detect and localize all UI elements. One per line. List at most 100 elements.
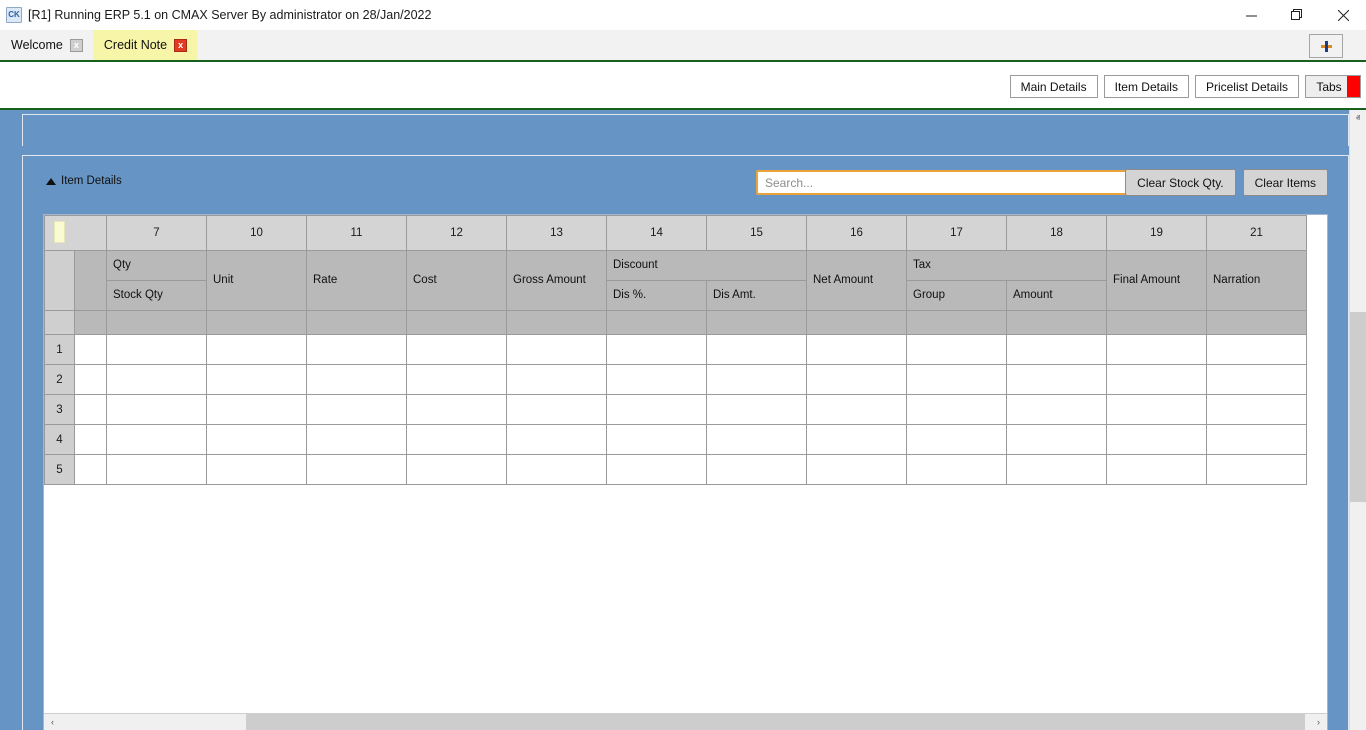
- row-number[interactable]: 5: [44, 454, 75, 485]
- cell-tax-group[interactable]: [906, 424, 1007, 455]
- cell-dis-amount[interactable]: [706, 394, 807, 425]
- filter-cell-dis-amount[interactable]: [706, 310, 807, 335]
- cell-dis-percent[interactable]: [606, 334, 707, 365]
- cell-qty[interactable]: [106, 364, 207, 395]
- cell-tax-group[interactable]: [906, 394, 1007, 425]
- search-input[interactable]: [756, 170, 1142, 195]
- column-number-13[interactable]: 13: [506, 215, 607, 251]
- item-details-panel-title-group[interactable]: Item Details: [46, 175, 122, 187]
- tab-credit-note-close-icon[interactable]: x: [174, 38, 188, 52]
- main-details-button[interactable]: Main Details: [1009, 75, 1098, 98]
- filter-cell-spacer[interactable]: [74, 310, 107, 335]
- cell-narration[interactable]: [1206, 454, 1307, 485]
- scroll-up-arrow-icon[interactable]: ⱏ: [1350, 110, 1366, 127]
- column-number-16[interactable]: 16: [806, 215, 907, 251]
- horizontal-scroll-track[interactable]: [61, 714, 1310, 730]
- cell-narration[interactable]: [1206, 424, 1307, 455]
- subheader-tax-group[interactable]: Group: [906, 280, 1007, 311]
- header-narration[interactable]: Narration: [1206, 250, 1307, 311]
- cell-gross-amount[interactable]: [506, 454, 607, 485]
- tab-welcome-close-icon[interactable]: x: [69, 38, 83, 52]
- cell-gross-amount[interactable]: [506, 424, 607, 455]
- cell-gross-amount[interactable]: [506, 364, 607, 395]
- cell-unit[interactable]: [206, 334, 307, 365]
- filter-cell-cost[interactable]: [406, 310, 507, 335]
- cell-spacer[interactable]: [74, 364, 107, 395]
- filter-cell-tax-group[interactable]: [906, 310, 1007, 335]
- cell-dis-percent[interactable]: [606, 454, 707, 485]
- column-number-15[interactable]: 15: [706, 215, 807, 251]
- cell-tax-amount[interactable]: [1006, 424, 1107, 455]
- item-details-button[interactable]: Item Details: [1103, 75, 1189, 98]
- row-number[interactable]: 2: [44, 364, 75, 395]
- header-gross-amount[interactable]: Gross Amount: [506, 250, 607, 311]
- cell-spacer[interactable]: [74, 454, 107, 485]
- cell-dis-amount[interactable]: [706, 424, 807, 455]
- cell-final-amount[interactable]: [1106, 364, 1207, 395]
- header-cost[interactable]: Cost: [406, 250, 507, 311]
- cell-qty[interactable]: [106, 394, 207, 425]
- cell-gross-amount[interactable]: [506, 334, 607, 365]
- column-number-10[interactable]: 10: [206, 215, 307, 251]
- row-number[interactable]: 4: [44, 424, 75, 455]
- header-discount[interactable]: Discount: [606, 250, 807, 281]
- grid-horizontal-scrollbar[interactable]: ‹ ›: [44, 713, 1327, 730]
- cell-net-amount[interactable]: [806, 424, 907, 455]
- cell-cost[interactable]: [406, 334, 507, 365]
- cell-cost[interactable]: [406, 424, 507, 455]
- tabs-button[interactable]: Tabs: [1305, 75, 1361, 98]
- cell-qty[interactable]: [106, 424, 207, 455]
- column-number-7[interactable]: 7: [106, 215, 207, 251]
- cell-final-amount[interactable]: [1106, 334, 1207, 365]
- tab-welcome[interactable]: Welcome x: [0, 30, 93, 60]
- table-row[interactable]: 4: [44, 424, 1307, 455]
- cell-tax-amount[interactable]: [1006, 334, 1107, 365]
- cell-dis-amount[interactable]: [706, 364, 807, 395]
- scroll-right-arrow-icon[interactable]: ›: [1310, 714, 1327, 730]
- filter-cell-net-amount[interactable]: [806, 310, 907, 335]
- cell-qty[interactable]: [106, 334, 207, 365]
- filter-cell-unit[interactable]: [206, 310, 307, 335]
- header-net-amount[interactable]: Net Amount: [806, 250, 907, 311]
- cell-tax-group[interactable]: [906, 334, 1007, 365]
- cell-net-amount[interactable]: [806, 454, 907, 485]
- cell-final-amount[interactable]: [1106, 424, 1207, 455]
- minimize-button[interactable]: [1228, 0, 1274, 30]
- row-number[interactable]: 3: [44, 394, 75, 425]
- subheader-tax-amount[interactable]: Amount: [1006, 280, 1107, 311]
- tab-credit-note[interactable]: Credit Note x: [92, 30, 198, 60]
- clear-stock-qty-button[interactable]: Clear Stock Qty.: [1125, 169, 1236, 196]
- cell-dis-percent[interactable]: [606, 394, 707, 425]
- column-number-11[interactable]: 11: [306, 215, 407, 251]
- header-tax[interactable]: Tax: [906, 250, 1107, 281]
- cell-unit[interactable]: [206, 364, 307, 395]
- cell-final-amount[interactable]: [1106, 454, 1207, 485]
- table-row[interactable]: 2: [44, 364, 1307, 395]
- cell-narration[interactable]: [1206, 334, 1307, 365]
- subheader-dis-percent[interactable]: Dis %.: [606, 280, 707, 311]
- cell-unit[interactable]: [206, 454, 307, 485]
- row-number[interactable]: 1: [44, 334, 75, 365]
- column-number-19[interactable]: 19: [1106, 215, 1207, 251]
- clear-items-button[interactable]: Clear Items: [1242, 169, 1328, 196]
- cell-spacer[interactable]: [74, 394, 107, 425]
- maximize-restore-button[interactable]: [1274, 0, 1320, 30]
- cell-gross-amount[interactable]: [506, 394, 607, 425]
- close-window-button[interactable]: [1320, 0, 1366, 30]
- cell-tax-group[interactable]: [906, 364, 1007, 395]
- cell-unit[interactable]: [206, 394, 307, 425]
- pricelist-details-button[interactable]: Pricelist Details: [1194, 75, 1299, 98]
- cell-tax-amount[interactable]: [1006, 394, 1107, 425]
- header-qty[interactable]: Qty: [106, 250, 207, 281]
- add-tab-button[interactable]: [1309, 34, 1343, 58]
- column-number-14[interactable]: 14: [606, 215, 707, 251]
- grid-corner-cell[interactable]: [44, 215, 107, 251]
- filter-cell-gross-amount[interactable]: [506, 310, 607, 335]
- main-details-panel-stub[interactable]: [22, 114, 1349, 146]
- horizontal-scroll-thumb[interactable]: [246, 714, 1305, 730]
- column-number-17[interactable]: 17: [906, 215, 1007, 251]
- header-final-amount[interactable]: Final Amount: [1106, 250, 1207, 311]
- cell-net-amount[interactable]: [806, 394, 907, 425]
- cell-rate[interactable]: [306, 364, 407, 395]
- filter-cell-dis-percent[interactable]: [606, 310, 707, 335]
